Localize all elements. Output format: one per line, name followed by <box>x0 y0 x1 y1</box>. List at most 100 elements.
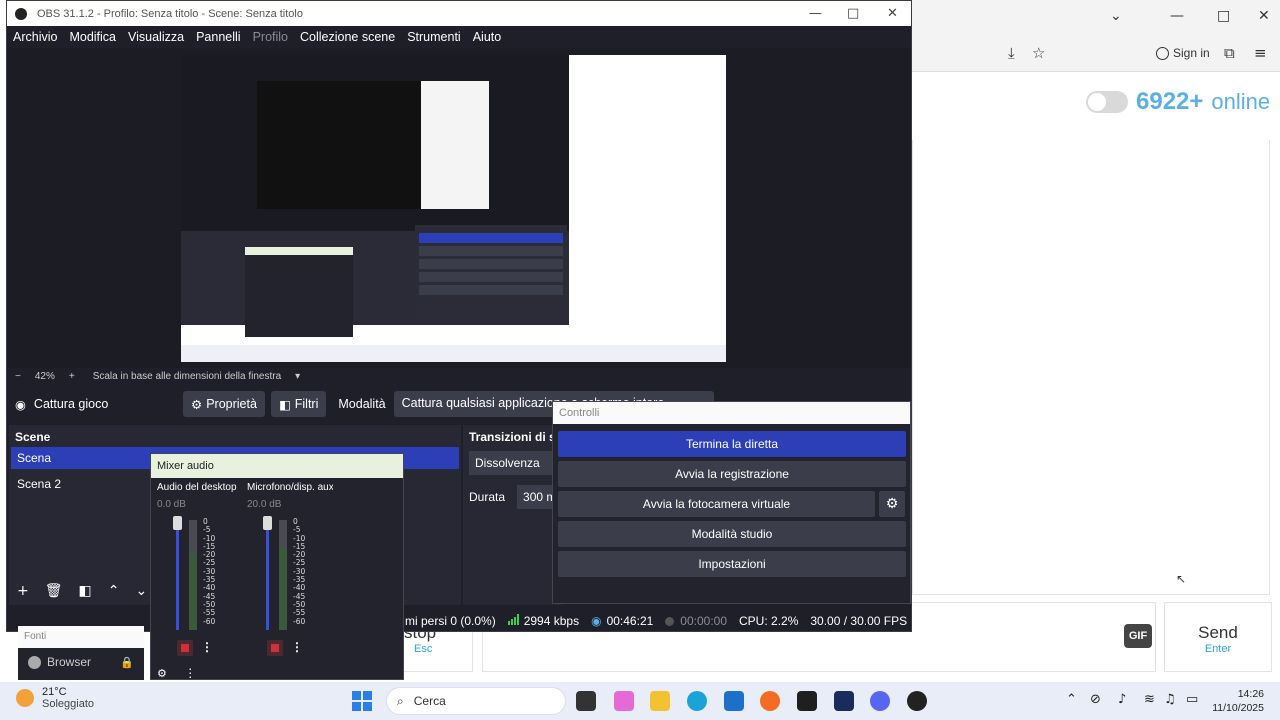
battery-icon[interactable]: ▭ <box>1186 692 1198 707</box>
start-button[interactable] <box>352 691 372 711</box>
source-name: Cattura gioco <box>33 397 109 411</box>
channel-db: 20.0 dB <box>247 499 282 510</box>
sources-title[interactable]: Fonti <box>18 626 144 648</box>
minimize-icon[interactable]: — <box>1170 8 1184 24</box>
gif-button[interactable]: GIF <box>1124 624 1152 648</box>
scale-dropdown-icon[interactable]: ▾ <box>295 371 300 382</box>
filter-icon[interactable]: ◧ <box>79 583 92 599</box>
temperature: 21°C <box>42 686 67 698</box>
lock-icon[interactable]: 🔒 <box>120 656 134 669</box>
clock-time: 14:26 <box>1237 688 1264 700</box>
preview-canvas <box>181 55 726 362</box>
zoom-out-button[interactable]: − <box>15 371 21 382</box>
zoom-in-button[interactable]: + <box>69 371 75 382</box>
mixer-footer: ⚙ ⋮ <box>157 666 196 680</box>
discord-icon[interactable] <box>870 691 890 711</box>
start-virtual-camera-button[interactable]: Avvia la fotocamera virtuale <box>558 491 875 517</box>
menu-pannelli[interactable]: Pannelli <box>196 30 240 44</box>
preview-area[interactable] <box>7 48 911 368</box>
transition-select[interactable]: Dissolvenza <box>469 451 557 475</box>
edge-icon[interactable] <box>687 691 707 711</box>
more-icon[interactable]: ⋮ <box>184 666 196 680</box>
menu-collezione-scene[interactable]: Collezione scene <box>300 30 395 44</box>
no-notify-icon[interactable]: ⊘ <box>1090 692 1101 707</box>
signin-button[interactable]: Sign in <box>1156 46 1210 60</box>
download-icon[interactable]: ⤓ <box>1008 44 1015 62</box>
obs-title: OBS 31.1.2 - Profilo: Senza titolo - Sce… <box>37 7 303 20</box>
virtual-camera-settings-icon[interactable]: ⚙ <box>879 491 905 517</box>
start-recording-button[interactable]: Avvia la registrazione <box>558 461 906 487</box>
mute-button[interactable] <box>267 640 283 656</box>
stop-streaming-button[interactable]: Termina la diretta <box>558 431 906 457</box>
obs-close-icon[interactable]: ✕ <box>887 6 898 21</box>
taskbar-search[interactable]: ⌕ Cerca <box>386 687 566 715</box>
file-explorer-icon[interactable] <box>650 691 670 711</box>
microphone-icon[interactable]: ♪ <box>1118 692 1126 707</box>
fps: 30.00 / 30.00 FPS <box>810 614 908 628</box>
share-icon[interactable]: ⧉ <box>1224 44 1235 62</box>
scale-mode-label[interactable]: Scala in base alle dimensioni della fine… <box>93 371 281 382</box>
dropbox-icon[interactable] <box>797 691 817 711</box>
more-icon[interactable]: ⋮ <box>201 640 213 656</box>
obs-taskbar-icon[interactable] <box>907 691 927 711</box>
mute-button[interactable] <box>177 640 193 656</box>
controls-title[interactable]: Controlli <box>553 402 910 424</box>
sources-dock: Fonti Browser 🔒 <box>18 626 144 680</box>
menu-archivio[interactable]: Archivio <box>13 30 57 44</box>
volume-icon[interactable]: ♫ <box>1164 692 1176 707</box>
audio-mixer-dock: Mixer audio Audio del desktop 0.0 dB Mic… <box>150 453 404 680</box>
volume-fader-knob[interactable] <box>173 516 182 530</box>
chevron-down-icon[interactable]: ⌄ <box>1110 8 1122 24</box>
cursor-icon: ↖ <box>1176 572 1187 586</box>
add-icon[interactable]: + <box>17 583 29 599</box>
menu-aiuto[interactable]: Aiuto <box>473 30 502 44</box>
close-icon[interactable]: ✕ <box>1258 8 1270 24</box>
mixer-channel: Audio del desktop 0.0 dB <box>157 482 243 510</box>
gear-icon[interactable]: ⚙ <box>157 667 167 680</box>
obs-minimize-icon[interactable]: — <box>809 6 822 21</box>
firefox-icon[interactable] <box>760 691 780 711</box>
meter-level <box>189 553 197 630</box>
preview-ctrl-btn <box>419 246 563 256</box>
store-icon[interactable] <box>724 691 744 711</box>
chevron-up-icon[interactable]: ⌃ <box>1066 692 1077 707</box>
filters-button[interactable]: ◧ Filtri <box>270 391 327 417</box>
mixer-title[interactable]: Mixer audio <box>151 454 403 478</box>
wifi-icon[interactable]: ≋ <box>1144 692 1155 707</box>
clock[interactable]: 14:26 11/10/2025 <box>1208 687 1264 715</box>
scene-tools: + 🗑 ◧ ⌃ ⌄ <box>11 579 151 603</box>
app-icon[interactable] <box>834 691 854 711</box>
channel-name: Audio del desktop <box>157 482 237 493</box>
properties-button[interactable]: ⚙ Proprietà <box>183 391 265 417</box>
menu-icon[interactable]: ≡ <box>1254 44 1267 62</box>
preview-obs-capture <box>181 55 569 337</box>
menu-strumenti[interactable]: Strumenti <box>407 30 461 44</box>
preview-ctrl-btn <box>419 233 563 243</box>
more-icon[interactable]: ⋮ <box>291 640 303 656</box>
preview-ctrl-btn <box>419 285 563 295</box>
settings-button[interactable]: Impostazioni <box>558 551 906 577</box>
maximize-icon[interactable]: □ <box>1217 8 1230 24</box>
copilot-icon[interactable] <box>614 691 634 711</box>
source-item[interactable]: Browser 🔒 <box>18 648 144 676</box>
theme-toggle[interactable] <box>1086 91 1128 113</box>
star-icon[interactable]: ☆ <box>1032 44 1045 62</box>
menu-modifica[interactable]: Modifica <box>69 30 116 44</box>
chevron-up-icon[interactable]: ⌃ <box>108 583 120 599</box>
weather-widget[interactable]: 21°C Soleggiato <box>16 686 94 710</box>
volume-fader-knob[interactable] <box>263 516 272 530</box>
menu-profilo[interactable]: Profilo <box>253 30 288 44</box>
volume-fader[interactable] <box>266 520 269 630</box>
signal-icon <box>507 614 519 625</box>
studio-mode-button[interactable]: Modalità studio <box>558 521 906 547</box>
duration-input[interactable]: 300 ms <box>517 485 557 509</box>
clock-date: 11/10/2025 <box>1212 702 1264 714</box>
taskview-icon[interactable] <box>576 691 596 711</box>
obs-maximize-icon[interactable]: □ <box>847 6 859 21</box>
signin-label: Sign in <box>1173 46 1210 60</box>
menu-visualizza[interactable]: Visualizza <box>128 30 184 44</box>
send-button[interactable]: Send Enter <box>1164 602 1272 672</box>
trash-icon[interactable]: 🗑 <box>45 583 63 599</box>
chevron-down-icon[interactable]: ⌄ <box>135 583 147 599</box>
volume-fader[interactable] <box>176 520 179 630</box>
